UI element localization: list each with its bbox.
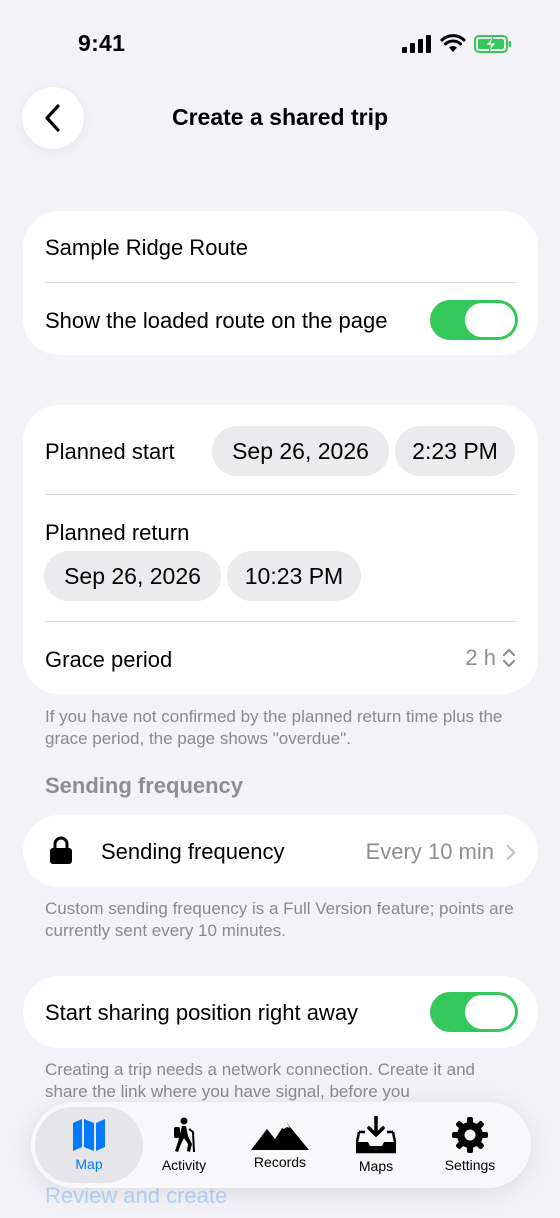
return-date-picker[interactable]: Sep 26, 2026 bbox=[44, 551, 221, 601]
frequency-footnote: Custom sending frequency is a Full Versi… bbox=[45, 899, 514, 940]
tab-bar: Map Activity Records Maps Settings bbox=[31, 1102, 531, 1188]
start-sharing-toggle[interactable] bbox=[430, 992, 518, 1032]
grace-period-value: 2 h bbox=[465, 645, 496, 670]
grace-footnote: If you have not confirmed by the planned… bbox=[45, 707, 503, 748]
return-time-picker[interactable]: 10:23 PM bbox=[227, 551, 361, 601]
divider bbox=[45, 494, 516, 495]
status-icons bbox=[402, 34, 512, 53]
planned-return-label: Planned return bbox=[45, 520, 190, 545]
show-route-toggle[interactable] bbox=[430, 300, 518, 340]
network-footnote: Creating a trip needs a network connecti… bbox=[45, 1060, 475, 1101]
frequency-value-group: Every 10 min bbox=[366, 839, 516, 865]
frequency-label: Sending frequency bbox=[101, 839, 285, 864]
page-title: Create a shared trip bbox=[171, 104, 389, 130]
start-time-picker[interactable]: 2:23 PM bbox=[395, 426, 515, 476]
toggle-knob bbox=[465, 303, 515, 337]
divider bbox=[45, 282, 516, 283]
route-card: Sample Ridge Route Show the loaded route… bbox=[23, 211, 538, 355]
hiker-icon bbox=[174, 1117, 195, 1153]
tab-activity[interactable]: Activity bbox=[136, 1102, 232, 1188]
tab-maps[interactable]: Maps bbox=[328, 1102, 424, 1188]
start-date-picker[interactable]: Sep 26, 2026 bbox=[212, 426, 389, 476]
tray-download-icon bbox=[356, 1116, 396, 1154]
gear-icon bbox=[452, 1117, 488, 1153]
mountains-icon bbox=[251, 1122, 309, 1150]
battery-charging-icon bbox=[474, 34, 511, 53]
tab-label-maps: Maps bbox=[358, 1158, 394, 1174]
grace-period-picker[interactable]: 2 h bbox=[465, 645, 516, 671]
lock-icon bbox=[50, 836, 72, 864]
tab-records[interactable]: Records bbox=[232, 1102, 328, 1188]
toggle-knob bbox=[465, 995, 515, 1029]
status-time: 9:41 bbox=[78, 30, 126, 56]
frequency-value: Every 10 min bbox=[365, 839, 494, 864]
chevron-right-icon bbox=[506, 844, 516, 860]
tab-label-activity: Activity bbox=[161, 1157, 207, 1173]
schedule-card: Planned start Sep 26, 2026 2:23 PM Plann… bbox=[23, 405, 538, 694]
section-header-frequency: Sending frequency bbox=[45, 773, 244, 798]
show-route-label: Show the loaded route on the page bbox=[45, 308, 388, 333]
tab-label-records: Records bbox=[253, 1154, 307, 1170]
sharing-card: Start sharing position right away bbox=[23, 976, 538, 1048]
tab-map[interactable]: Map bbox=[35, 1102, 143, 1188]
tab-label-settings: Settings bbox=[444, 1157, 496, 1173]
divider bbox=[45, 621, 516, 622]
grace-period-label: Grace period bbox=[45, 647, 173, 672]
map-icon bbox=[73, 1119, 105, 1151]
frequency-row[interactable]: Sending frequency Every 10 min bbox=[23, 815, 538, 887]
start-sharing-label: Start sharing position right away bbox=[45, 1000, 359, 1025]
tab-label-map: Map bbox=[75, 1156, 103, 1172]
planned-start-label: Planned start bbox=[45, 439, 175, 464]
wifi-icon bbox=[440, 34, 466, 52]
chevron-up-down-icon bbox=[502, 648, 516, 668]
tab-settings[interactable]: Settings bbox=[422, 1102, 518, 1188]
cellular-signal-icon bbox=[402, 34, 431, 53]
route-name[interactable]: Sample Ridge Route bbox=[45, 235, 248, 261]
